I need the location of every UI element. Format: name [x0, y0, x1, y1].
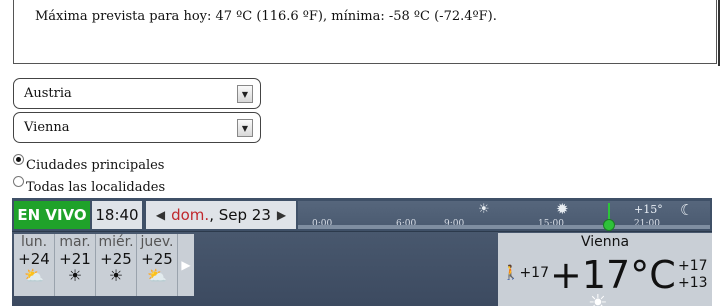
radio-button-checked[interactable]: [13, 154, 24, 165]
timeline-handle[interactable]: [603, 219, 615, 231]
radio-main-cities[interactable]: Ciudades principales: [13, 154, 164, 173]
high-temp: +17: [678, 258, 708, 274]
chevron-down-icon[interactable]: ▼: [237, 119, 253, 137]
day-forecast[interactable]: miér. +25 ☀: [96, 234, 137, 296]
feels-like: 🚶+17: [502, 265, 549, 281]
day-forecast[interactable]: lun. +24 ⛅: [14, 234, 55, 296]
current-time: 18:40: [92, 201, 142, 229]
radio-all-places-label: Todas las localidades: [26, 180, 166, 195]
moon-icon: ☾: [680, 201, 694, 219]
city-select-value: Vienna: [24, 120, 70, 135]
day-forecast-strip: lun. +24 ⛅ mar. +21 ☀ miér. +25 ☀ juev. …: [14, 234, 194, 296]
current-temperature: +17°C: [550, 253, 676, 297]
person-icon: 🚶: [502, 265, 520, 281]
next-days-button[interactable]: ▶: [178, 234, 194, 296]
forecast-text: Máxima prevista para hoy: 47 ºC (116.6 º…: [35, 9, 497, 24]
forecast-box: Máxima prevista para hoy: 47 ºC (116.6 º…: [13, 0, 717, 64]
day-forecast[interactable]: mar. +21 ☀: [55, 234, 96, 296]
day-name: lun.: [20, 234, 48, 250]
city-name: Vienna: [580, 234, 630, 250]
sun-icon: ☀: [67, 266, 83, 285]
next-day-icon[interactable]: ▶: [271, 208, 292, 222]
sun-cloud-icon: ⛅: [147, 266, 167, 285]
chevron-right-icon: ▶: [181, 258, 191, 272]
low-temp: +13: [678, 275, 708, 291]
chevron-down-icon[interactable]: ▼: [237, 85, 253, 103]
country-select-value: Austria: [24, 86, 72, 101]
sun-icon: ☀: [588, 291, 608, 306]
sun-icon: ✹: [556, 200, 569, 218]
city-current-panel: Vienna 🚶+17 +17°C +17 +13 ☀: [498, 233, 712, 306]
weather-widget: EN VIVO 18:40 ◀ dom. , Sep 23 ▶ 0:00 6:0…: [12, 198, 712, 306]
sun-cloud-icon: ⛅: [24, 266, 44, 285]
day-name: mar.: [59, 234, 91, 250]
radio-all-places[interactable]: Todas las localidades: [13, 176, 165, 195]
sun-cloud-icon: ☀: [478, 202, 490, 217]
city-select[interactable]: Vienna ▼: [13, 112, 261, 143]
feels-like-temp: +17: [519, 265, 549, 281]
day-name: miér.: [98, 234, 134, 250]
date-selector: ◀ dom. , Sep 23 ▶: [146, 201, 296, 229]
radio-button[interactable]: [13, 176, 24, 187]
timeline-track[interactable]: [298, 225, 710, 229]
country-select[interactable]: Austria ▼: [13, 78, 261, 109]
radio-main-cities-label: Ciudades principales: [26, 158, 165, 173]
date-weekday: dom.: [171, 206, 210, 224]
date-text: , Sep 23: [209, 206, 271, 224]
sun-icon: ☀: [108, 266, 124, 285]
timeline-high-temp: +15°: [634, 203, 663, 216]
widget-topbar: EN VIVO 18:40 ◀ dom. , Sep 23 ▶ 0:00 6:0…: [12, 198, 712, 232]
day-name: juev.: [140, 234, 174, 250]
prev-day-icon[interactable]: ◀: [150, 208, 171, 222]
timeline-scrubber[interactable]: 0:00 6:00 9:00 15:00 21:00 ☀ ✹ +15° ☾: [298, 200, 710, 231]
day-forecast[interactable]: juev. +25 ⛅: [137, 234, 178, 296]
live-badge[interactable]: EN VIVO: [14, 201, 90, 229]
divider: [718, 0, 720, 66]
